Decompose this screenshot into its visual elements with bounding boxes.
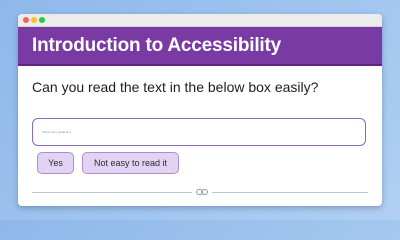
not-easy-button[interactable]: Not easy to read it: [82, 152, 179, 174]
footer-divider-left: [32, 192, 192, 193]
footer-divider-right: [212, 192, 368, 193]
window-titlebar: [18, 14, 382, 27]
minimize-window-dot[interactable]: [31, 17, 37, 23]
sample-text-box: This is very small text: [32, 118, 366, 146]
link-icon: [195, 188, 209, 196]
browser-window: Introduction to Accessibility Can you re…: [18, 14, 382, 206]
question-text: Can you read the text in the below box e…: [32, 79, 319, 95]
sample-small-text: This is very small text: [42, 130, 71, 134]
yes-button[interactable]: Yes: [37, 152, 74, 174]
page-header: Introduction to Accessibility: [18, 27, 382, 66]
maximize-window-dot[interactable]: [39, 17, 45, 23]
close-window-dot[interactable]: [23, 17, 29, 23]
page-title: Introduction to Accessibility: [32, 34, 281, 56]
